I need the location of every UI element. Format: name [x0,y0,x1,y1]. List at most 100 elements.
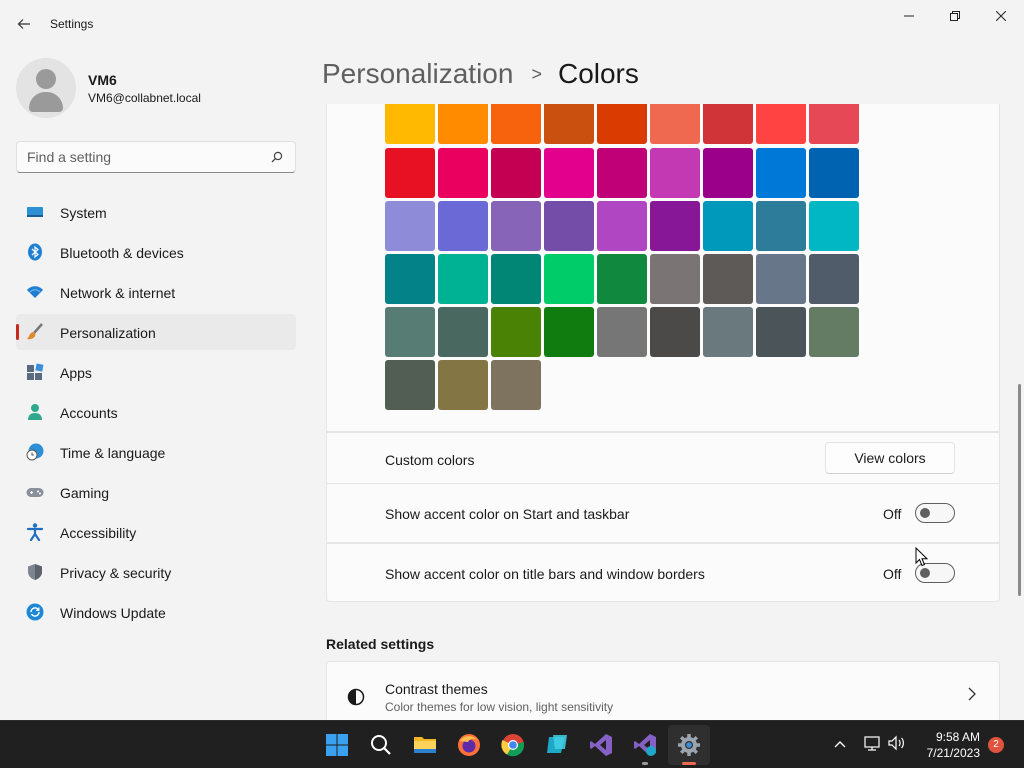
controller-icon [26,488,44,497]
minimize-button[interactable] [886,0,932,32]
color-swatch[interactable] [438,104,488,144]
sidebar-item-label: Accounts [60,405,118,421]
notification-badge[interactable]: 2 [988,737,1004,753]
scrollbar[interactable] [1018,384,1021,596]
sidebar-item-windows-update[interactable]: Windows Update [16,594,296,630]
restore-button[interactable] [932,0,978,32]
azure-data-studio-icon [547,735,567,753]
color-swatch[interactable] [544,201,594,251]
color-swatch[interactable] [385,360,435,410]
color-swatch[interactable] [703,104,753,144]
breadcrumb-parent[interactable]: Personalization [322,58,513,90]
color-swatch[interactable] [703,201,753,251]
start-button[interactable] [323,731,351,759]
view-colors-button[interactable]: View colors [825,442,955,474]
taskbar-visual-studio[interactable] [587,731,615,759]
color-swatch[interactable] [650,254,700,304]
sidebar-item-time-language[interactable]: Time & language [16,434,296,470]
network-icon[interactable] [864,735,882,751]
color-swatch[interactable] [703,254,753,304]
color-swatch[interactable] [438,307,488,357]
color-swatch[interactable] [809,307,859,357]
color-swatch[interactable] [809,148,859,198]
color-swatch[interactable] [385,104,435,144]
color-swatch[interactable] [703,307,753,357]
color-swatch[interactable] [597,307,647,357]
color-swatch[interactable] [703,148,753,198]
color-swatch[interactable] [809,254,859,304]
chevron-right-icon [968,687,976,701]
system-clock[interactable]: 9:58 AM 7/21/2023 [914,729,980,761]
accent-start-toggle[interactable] [915,503,955,523]
taskbar-search-button[interactable] [367,731,395,759]
search-box[interactable] [16,141,296,173]
color-swatch[interactable] [597,148,647,198]
sidebar-item-bluetooth[interactable]: Bluetooth & devices [16,234,296,270]
color-swatch[interactable] [756,201,806,251]
volume-icon[interactable] [888,735,906,751]
sidebar-item-label: Windows Update [60,605,166,621]
search-input[interactable] [27,142,267,172]
color-swatch[interactable] [385,254,435,304]
color-swatch[interactable] [438,148,488,198]
color-swatch[interactable] [809,201,859,251]
accent-start-state: Off [883,506,902,522]
sidebar-item-apps[interactable]: Apps [16,354,296,390]
color-swatch[interactable] [385,201,435,251]
color-swatch[interactable] [385,307,435,357]
color-swatch[interactable] [650,201,700,251]
color-swatch[interactable] [438,360,488,410]
color-swatch[interactable] [544,307,594,357]
sidebar-item-network[interactable]: Network & internet [16,274,296,310]
taskbar-settings[interactable] [675,731,703,759]
color-swatch[interactable] [809,104,859,144]
color-swatch[interactable] [438,201,488,251]
color-swatch[interactable] [650,307,700,357]
user-profile[interactable]: VM6 VM6@collabnet.local [16,58,296,118]
color-swatch[interactable] [385,148,435,198]
color-swatch[interactable] [544,148,594,198]
taskbar-firefox[interactable] [455,731,483,759]
color-swatch[interactable] [491,254,541,304]
color-swatch[interactable] [491,360,541,410]
color-swatch[interactable] [756,307,806,357]
close-button[interactable] [978,0,1024,32]
sidebar-item-gaming[interactable]: Gaming [16,474,296,510]
accessibility-icon [26,523,44,541]
color-swatch[interactable] [650,104,700,144]
sidebar-item-system[interactable]: System [16,194,296,230]
clock-date: 7/21/2023 [926,746,980,760]
taskbar-chrome[interactable] [499,731,527,759]
custom-colors-row: Custom colors View colors [326,432,1000,484]
color-swatch[interactable] [756,104,806,144]
color-swatch[interactable] [491,307,541,357]
color-swatch[interactable] [491,148,541,198]
taskbar-file-explorer[interactable] [411,731,439,759]
color-swatch[interactable] [650,148,700,198]
sidebar-item-accounts[interactable]: Accounts [16,394,296,430]
color-swatch[interactable] [438,254,488,304]
sidebar-item-privacy-security[interactable]: Privacy & security [16,554,296,590]
wifi-icon [27,286,43,298]
taskbar-azure-data-studio[interactable] [543,731,571,759]
search-icon[interactable] [271,151,283,163]
color-swatch[interactable] [491,201,541,251]
sidebar-item-personalization[interactable]: Personalization [16,314,296,350]
close-icon [996,11,1006,21]
accent-start-row: Show accent color on Start and taskbar O… [326,484,1000,543]
sidebar-item-accessibility[interactable]: Accessibility [16,514,296,550]
color-swatch[interactable] [544,104,594,144]
apps-icon [27,363,44,380]
sidebar-item-label: Personalization [60,325,156,341]
color-swatch[interactable] [597,201,647,251]
color-swatch[interactable] [597,254,647,304]
sidebar-item-label: Gaming [60,485,110,501]
color-swatch[interactable] [756,254,806,304]
color-swatch[interactable] [544,254,594,304]
back-button[interactable] [10,10,38,38]
color-swatch[interactable] [756,148,806,198]
color-swatch[interactable] [597,104,647,144]
chevron-up-icon[interactable] [834,739,846,749]
taskbar-visual-studio-preview[interactable] [631,731,659,759]
color-swatch[interactable] [491,104,541,144]
